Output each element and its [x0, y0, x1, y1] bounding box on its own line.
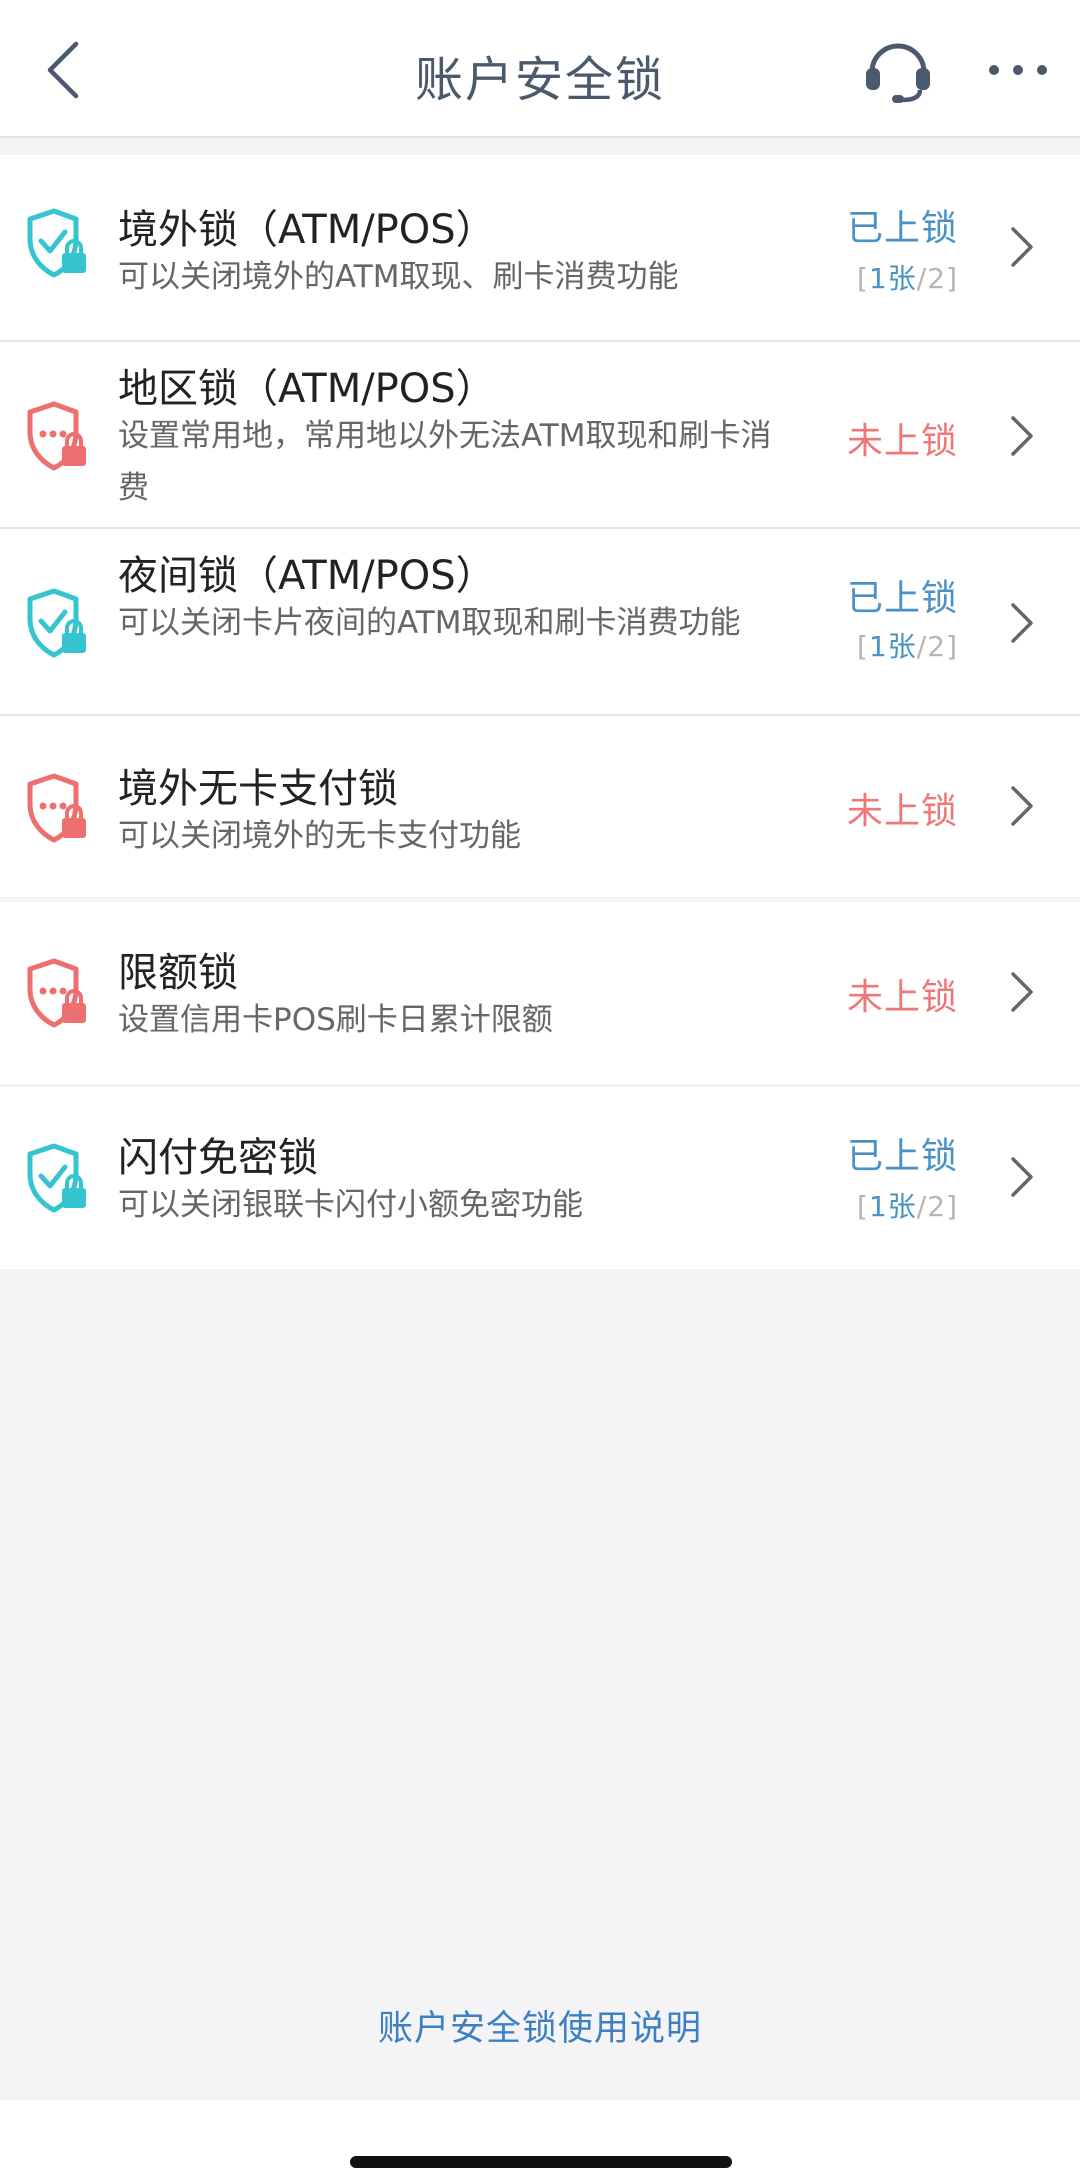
lock-status: 未上锁: [846, 421, 958, 462]
shield-dots-lock-icon: [24, 772, 88, 844]
shield-dots-lock-icon: [24, 957, 88, 1029]
shield-check-lock-icon: [24, 1142, 88, 1214]
lock-title: 限额锁: [118, 950, 238, 996]
lock-status: 已上锁: [846, 578, 958, 619]
lock-status: 已上锁: [846, 1136, 958, 1177]
card-count: [1张/2]: [857, 630, 958, 663]
lock-row-overseas-cardless[interactable]: 境外无卡支付锁 可以关闭境外的无卡支付功能 未上锁: [0, 714, 1080, 897]
navigation-bar: 账户安全锁: [0, 0, 1080, 138]
customer-service-headset-icon[interactable]: [862, 34, 934, 104]
lock-list-group-1: 境外锁（ATM/POS） 可以关闭境外的ATM取现、刷卡消费功能 已上锁 [1张…: [0, 155, 1080, 897]
more-options-icon[interactable]: [986, 58, 1050, 82]
lock-row-region[interactable]: 地区锁（ATM/POS） 设置常用地，常用地以外无法ATM取现和刷卡消费 未上锁: [0, 340, 1080, 527]
lock-title: 境外无卡支付锁: [118, 766, 398, 812]
chevron-right-icon: [1011, 416, 1033, 456]
card-count: [1张/2]: [857, 262, 958, 295]
lock-list-group-3: 闪付免密锁 可以关闭银联卡闪付小额免密功能 已上锁 [1张/2]: [0, 1087, 1080, 1269]
lock-row-overseas[interactable]: 境外锁（ATM/POS） 可以关闭境外的ATM取现、刷卡消费功能 已上锁 [1张…: [0, 155, 1080, 340]
chevron-right-icon: [1011, 227, 1033, 267]
lock-status: 未上锁: [846, 791, 958, 832]
lock-list-group-2: 限额锁 设置信用卡POS刷卡日累计限额 未上锁: [0, 902, 1080, 1084]
chevron-right-icon: [1011, 972, 1033, 1012]
lock-status: 已上锁: [846, 208, 958, 249]
lock-title: 境外锁（ATM/POS）: [118, 207, 496, 253]
lock-description: 设置信用卡POS刷卡日累计限额: [118, 1002, 553, 1038]
lock-description: 可以关闭卡片夜间的ATM取现和刷卡消费功能: [118, 605, 741, 641]
lock-description: 可以关闭境外的ATM取现、刷卡消费功能: [118, 259, 679, 295]
lock-title: 闪付免密锁: [118, 1135, 318, 1181]
shield-check-lock-icon: [24, 587, 88, 659]
lock-row-quickpass[interactable]: 闪付免密锁 可以关闭银联卡闪付小额免密功能 已上锁 [1张/2]: [0, 1087, 1080, 1269]
chevron-right-icon: [1011, 603, 1033, 643]
lock-description: 可以关闭境外的无卡支付功能: [118, 818, 521, 854]
lock-description: 可以关闭银联卡闪付小额免密功能: [118, 1187, 583, 1223]
lock-title: 夜间锁（ATM/POS）: [118, 553, 496, 599]
chevron-right-icon: [1011, 786, 1033, 826]
lock-description: 设置常用地，常用地以外无法ATM取现和刷卡消费: [118, 418, 772, 506]
shield-dots-lock-icon: [24, 400, 88, 472]
instructions-link[interactable]: 账户安全锁使用说明: [0, 2000, 1080, 2051]
chevron-right-icon: [1011, 1157, 1033, 1197]
home-indicator[interactable]: [350, 2156, 732, 2168]
card-count: [1张/2]: [857, 1190, 958, 1223]
shield-check-lock-icon: [24, 207, 88, 279]
lock-row-night[interactable]: 夜间锁（ATM/POS） 可以关闭卡片夜间的ATM取现和刷卡消费功能 已上锁 […: [0, 527, 1080, 714]
lock-title: 地区锁（ATM/POS）: [118, 366, 496, 412]
lock-row-limit[interactable]: 限额锁 设置信用卡POS刷卡日累计限额 未上锁: [0, 902, 1080, 1084]
lock-status: 未上锁: [846, 977, 958, 1018]
